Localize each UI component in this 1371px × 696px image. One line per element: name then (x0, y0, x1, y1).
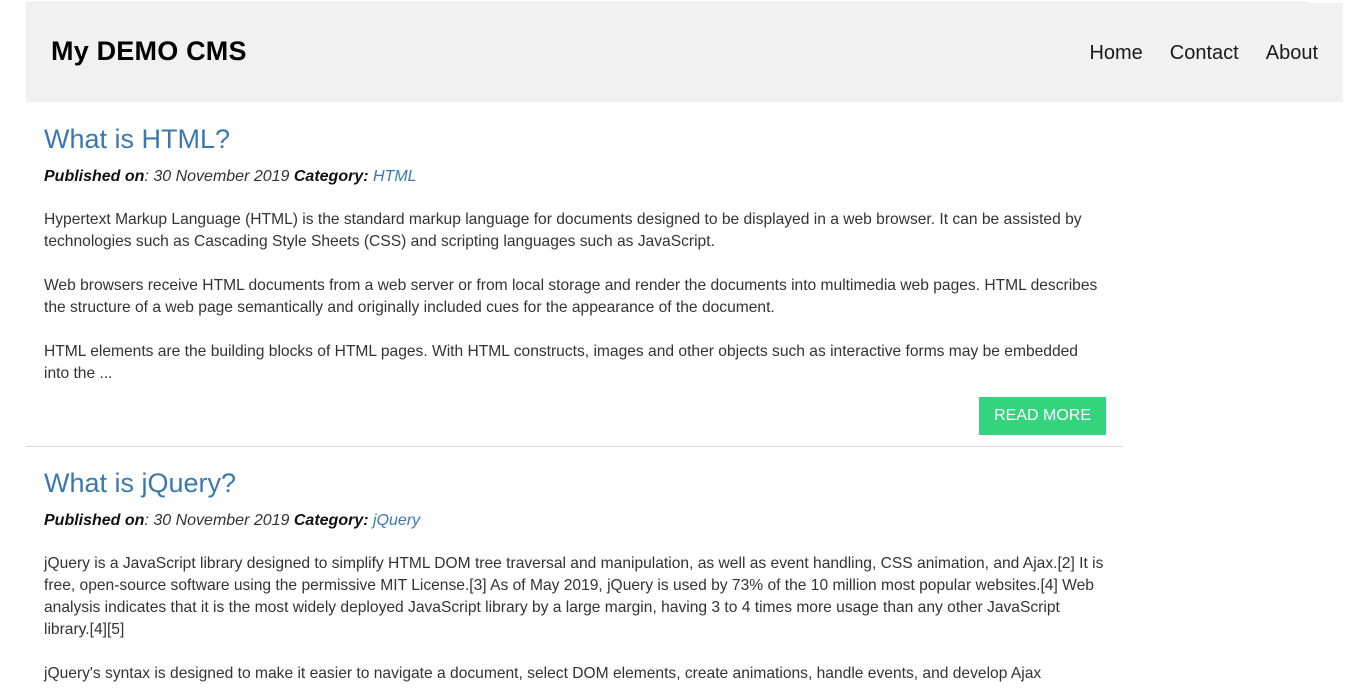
published-label: Published on (44, 168, 145, 185)
read-more-button[interactable]: READ MORE (979, 397, 1106, 435)
nav-about-link[interactable]: About (1266, 42, 1318, 65)
post-meta: Published on: 30 November 2019 Category:… (44, 167, 1106, 187)
published-label: Published on (44, 512, 145, 529)
post-date: : 30 November 2019 (144, 512, 294, 529)
category-link[interactable]: jQuery (373, 512, 420, 529)
post-paragraph: Hypertext Markup Language (HTML) is the … (44, 211, 1082, 250)
post-paragraph: jQuery is a JavaScript library designed … (44, 555, 1104, 638)
site-header: My DEMO CMS Home Contact About (26, 3, 1343, 102)
post-date: : 30 November 2019 (144, 168, 294, 185)
post-card-jquery: What is jQuery? Published on: 30 Novembe… (26, 447, 1123, 696)
main-nav: Home Contact About (1089, 42, 1318, 65)
post-card-html: What is HTML? Published on: 30 November … (26, 103, 1123, 447)
category-label: Category: (293, 512, 369, 529)
category-label: Category: (293, 168, 369, 185)
read-more-row: READ MORE (44, 397, 1106, 435)
category-link[interactable]: HTML (373, 168, 417, 185)
site-brand[interactable]: My DEMO CMS (51, 36, 247, 67)
post-paragraph: Web browsers receive HTML documents from… (44, 277, 1098, 316)
post-title[interactable]: What is jQuery? (44, 465, 1106, 501)
post-paragraph: jQuery's syntax is designed to make it e… (44, 665, 1042, 682)
post-list: What is HTML? Published on: 30 November … (26, 103, 1123, 696)
post-title[interactable]: What is HTML? (44, 121, 1106, 157)
post-paragraph: HTML elements are the building blocks of… (44, 343, 1078, 382)
nav-contact-link[interactable]: Contact (1170, 42, 1239, 65)
nav-home-link[interactable]: Home (1089, 42, 1142, 65)
post-meta: Published on: 30 November 2019 Category:… (44, 511, 1106, 531)
